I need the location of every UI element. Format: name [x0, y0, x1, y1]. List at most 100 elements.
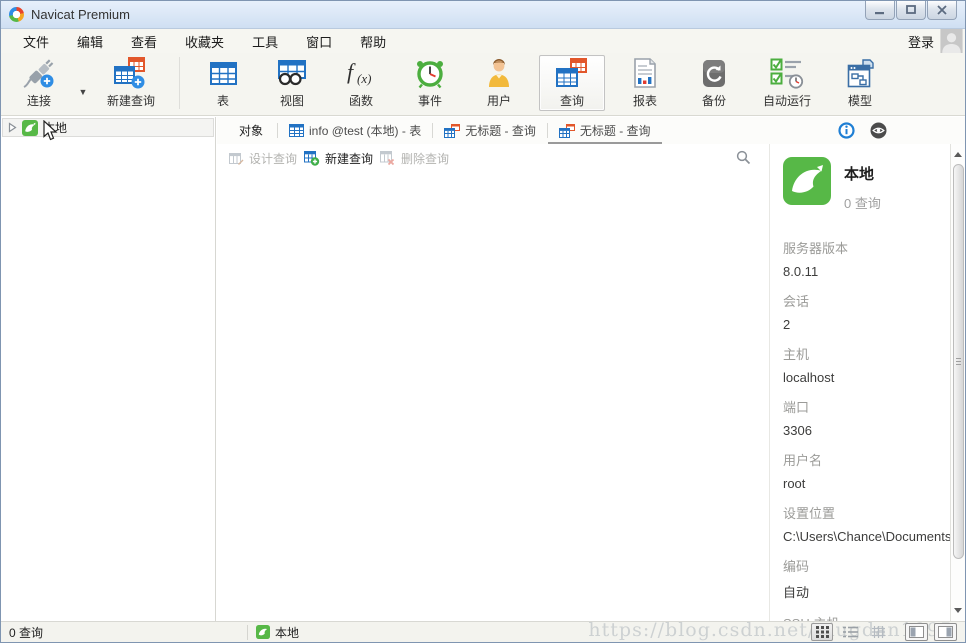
tab-objects[interactable]: 对象 — [225, 117, 277, 144]
svg-text:f: f — [347, 59, 356, 84]
query-icon — [444, 124, 460, 138]
design-query-label: 设计查询 — [249, 150, 297, 167]
minimize-button[interactable] — [865, 1, 895, 20]
connection-icon — [21, 57, 57, 89]
menu-edit[interactable]: 编辑 — [63, 29, 117, 54]
new-query-button[interactable]: 新建查询 — [98, 55, 164, 111]
grid-view-button[interactable] — [811, 623, 833, 641]
content: 本地 对象 info @test (本地) - 表 — [1, 117, 965, 621]
scroll-down-arrow-icon[interactable] — [954, 608, 962, 613]
menu-tools[interactable]: 工具 — [238, 29, 292, 54]
toggle-right-pane-button[interactable] — [934, 623, 957, 641]
report-icon — [632, 57, 658, 89]
event-icon — [414, 57, 446, 89]
close-button[interactable] — [927, 1, 957, 20]
statusbar: 0 查询 本地 — [1, 621, 965, 642]
table-icon — [289, 124, 304, 137]
hide-info-pane-eye-icon[interactable] — [870, 122, 887, 139]
connection-dropdown-caret[interactable]: ▼ — [76, 87, 90, 97]
expand-arrow-icon[interactable] — [8, 122, 17, 133]
navicat-window: Navicat Premium 文件 编辑 查看 收藏夹 工具 窗口 帮助 登录 — [0, 0, 966, 643]
reports-label: 报表 — [633, 92, 657, 109]
list-view-icon — [843, 626, 858, 638]
view-icon — [278, 57, 306, 89]
field-host: 主机 localhost — [783, 344, 950, 385]
info-panel-subtitle: 0 查询 — [844, 193, 881, 212]
avatar-icon[interactable] — [940, 29, 963, 53]
toggle-left-pane-button[interactable] — [905, 623, 928, 641]
field-label: 端口 — [783, 397, 950, 416]
field-label: 设置位置 — [783, 503, 950, 522]
new-query-small-label: 新建查询 — [325, 150, 373, 167]
mysql-icon — [256, 625, 270, 639]
new-query-small-button[interactable]: 新建查询 — [304, 150, 373, 167]
tab-untitled-query-1[interactable]: 无标题 - 查询 — [433, 117, 547, 144]
views-button[interactable]: 视图 — [263, 55, 321, 111]
window-title: Navicat Premium — [31, 7, 130, 22]
minimize-icon — [875, 6, 885, 15]
functions-button[interactable]: f (x) 函数 — [332, 55, 390, 111]
info-icon[interactable] — [838, 122, 855, 139]
functions-label: 函数 — [349, 92, 373, 109]
model-icon — [847, 57, 874, 89]
tab-untitled-query-2[interactable]: 无标题 - 查询 — [548, 117, 662, 144]
connection-button[interactable]: 连接 — [13, 55, 65, 111]
info-panel: 本地 0 查询 服务器版本 8.0.11 会话 2 — [769, 144, 950, 621]
vertical-scrollbar[interactable] — [950, 144, 965, 621]
menu-window[interactable]: 窗口 — [292, 29, 346, 54]
tab-table-info-label: info @test (本地) - 表 — [309, 122, 421, 139]
users-label: 用户 — [487, 92, 511, 109]
field-value: 2 — [783, 317, 950, 332]
model-label: 模型 — [848, 92, 872, 109]
table-icon — [210, 57, 237, 89]
design-query-button[interactable]: 设计查询 — [229, 150, 297, 167]
info-panel-fields: 服务器版本 8.0.11 会话 2 主机 localhost 端口 — [783, 238, 950, 621]
query-label: 查询 — [560, 92, 584, 109]
new-query-icon — [114, 57, 148, 89]
statusbar-view-buttons — [811, 623, 957, 641]
login-link[interactable]: 登录 — [894, 29, 940, 54]
scroll-up-arrow-icon[interactable] — [954, 152, 962, 157]
delete-query-label: 删除查询 — [401, 150, 449, 167]
scrollbar-thumb[interactable] — [953, 164, 964, 559]
window-controls — [865, 1, 957, 20]
maximize-button[interactable] — [896, 1, 926, 20]
menu-view[interactable]: 查看 — [117, 29, 171, 54]
field-label: 编码 — [783, 556, 950, 575]
list-view-button[interactable] — [839, 623, 861, 641]
tab-table-info[interactable]: info @test (本地) - 表 — [278, 117, 432, 144]
backup-button[interactable]: 备份 — [685, 55, 743, 111]
object-list-empty[interactable] — [217, 173, 769, 621]
query-button[interactable]: 查询 — [539, 55, 605, 111]
main-toolbar: 连接 ▼ 新建查询 — [1, 53, 965, 116]
work-row: 设计查询 新建查询 — [217, 144, 965, 621]
automation-button[interactable]: 自动运行 — [754, 55, 820, 111]
statusbar-connection: 本地 — [256, 624, 299, 641]
connection-item-local[interactable]: 本地 — [2, 118, 214, 137]
tables-button[interactable]: 表 — [194, 55, 252, 111]
navicat-logo-icon — [9, 7, 24, 22]
query-icon — [556, 57, 588, 89]
menu-file[interactable]: 文件 — [9, 29, 63, 54]
field-label: 主机 — [783, 344, 950, 363]
info-panel-title: 本地 — [844, 163, 881, 184]
field-label: 用户名 — [783, 450, 950, 469]
users-button[interactable]: 用户 — [470, 55, 528, 111]
field-sessions: 会话 2 — [783, 291, 950, 332]
menu-favorites[interactable]: 收藏夹 — [171, 29, 238, 54]
main-area: 对象 info @test (本地) - 表 — [217, 117, 965, 621]
menu-help[interactable]: 帮助 — [346, 29, 400, 54]
delete-query-button[interactable]: 删除查询 — [380, 150, 449, 167]
detail-view-button[interactable] — [867, 623, 889, 641]
design-query-icon — [229, 152, 244, 166]
events-button[interactable]: 事件 — [401, 55, 459, 111]
model-button[interactable]: 模型 — [831, 55, 889, 111]
maximize-icon — [906, 5, 916, 15]
reports-button[interactable]: 报表 — [616, 55, 674, 111]
field-value: C:\Users\Chance\Documents — [783, 529, 950, 544]
search-button[interactable] — [736, 150, 751, 168]
tabstrip: 对象 info @test (本地) - 表 — [217, 117, 965, 144]
new-query-label: 新建查询 — [107, 92, 155, 109]
object-toolbar: 设计查询 新建查询 — [217, 144, 769, 173]
grid-view-icon — [816, 626, 829, 638]
